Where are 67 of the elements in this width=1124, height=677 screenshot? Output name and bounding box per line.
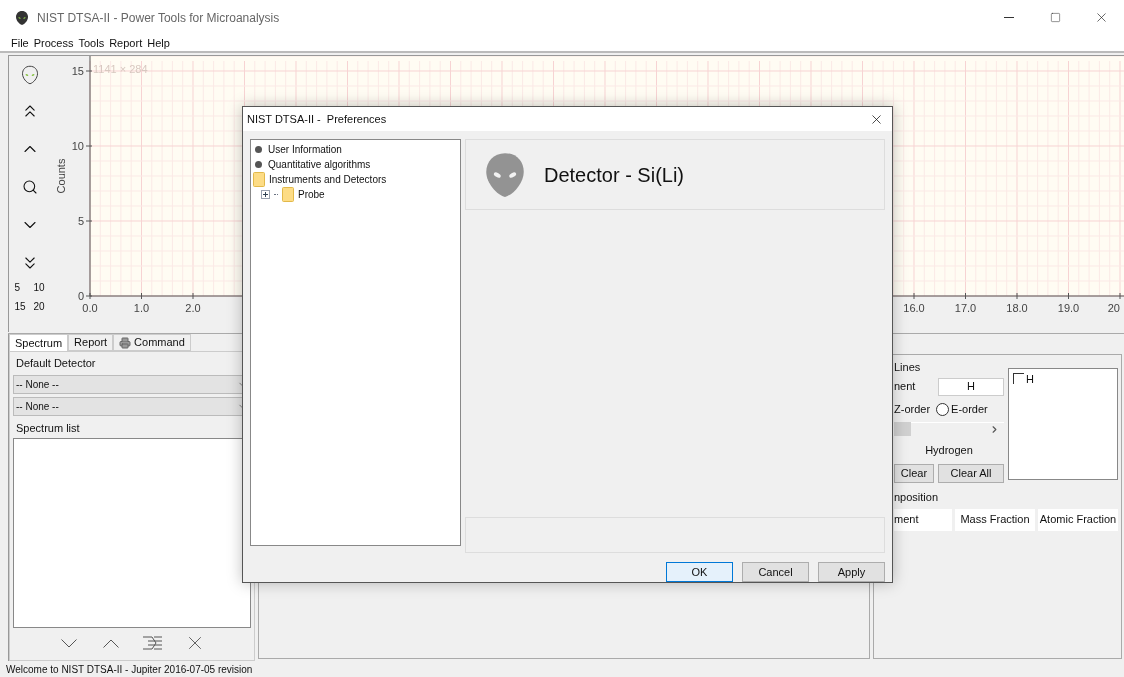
clear-button[interactable]: Clear [894,464,934,483]
group-title: Lines [894,360,922,375]
tab[interactable]: Report [68,334,114,351]
chevron-up-icon [103,638,119,648]
radio-label: Z-order [894,402,931,418]
menu-item[interactable]: Process [33,34,74,52]
tree-item[interactable]: Quantitative algorithms [268,157,371,172]
dialog-title: NIST DTSA-II - Preferences [247,111,387,127]
list-icon [142,636,164,650]
tree-item[interactable]: User Information [268,142,342,157]
printer-icon [119,336,132,349]
tick-label: 16.0 [903,302,925,314]
tick-label: 15 [71,65,84,77]
search-icon [21,179,38,195]
field-label: nent [894,379,916,395]
menu-item[interactable]: Report [109,34,143,52]
clear-button[interactable]: Clear All [938,464,1004,483]
tab[interactable]: Spectrum [9,334,69,351]
column-header[interactable]: Atomic Fraction [1038,508,1118,531]
tick-label: 2.0 [185,302,201,314]
minimize-icon [1004,17,1014,18]
menu-item[interactable]: File [11,34,29,52]
spectrum-list[interactable] [13,438,251,628]
tick-label: 10 [71,140,84,152]
scale-button[interactable]: 5 [14,280,26,295]
dialog-button[interactable]: OK [666,562,733,582]
dialog-button[interactable]: Apply [818,562,885,582]
axis-title: Counts [55,158,67,194]
element-name: Hydrogen [924,442,974,458]
tick-label: 1.0 [133,302,150,314]
scale-button[interactable]: 20 [33,299,45,314]
bullet-icon [255,161,262,168]
menu-item[interactable]: Help [147,34,170,52]
radio-option[interactable]: E-order [936,401,988,418]
tick-label: 20 [1107,302,1120,314]
folder-icon [282,187,294,202]
tab[interactable]: Command [113,334,191,351]
scale-button[interactable]: 15 [14,299,26,314]
tree-item[interactable]: Probe [298,187,325,202]
column-header[interactable]: Mass Fraction [955,508,1035,531]
window-title: NIST DTSA-II - Power Tools for Microanalysis [37,9,280,27]
group-title: nposition [894,490,940,505]
panel-heading: Detector - Si(Li) [544,162,685,188]
bullet-icon [255,146,262,153]
scale-button[interactable]: 10 [33,280,45,295]
maximize-icon [1049,12,1061,23]
tree-item[interactable]: Instruments and Detectors [269,172,387,187]
menu-item[interactable]: Tools [78,34,105,52]
dialog-button[interactable]: Cancel [742,562,809,582]
tick-label: 17.0 [954,302,977,314]
slider-thumb[interactable] [894,422,911,436]
group-title: Default Detector [16,356,97,371]
element-checkbox[interactable]: H [1013,370,1115,387]
expander-icon[interactable] [261,190,270,199]
element-slider[interactable] [894,421,1004,436]
column-header[interactable]: ment [894,508,952,531]
tick-label: 18.0 [1006,302,1028,314]
tick-label: 5 [77,215,84,227]
chevron-down-icon [61,638,77,648]
element-field[interactable]: H [938,377,1004,396]
tick-label: 0.0 [82,302,98,314]
tick-label: 19.0 [1057,302,1080,314]
group-title: Spectrum list [16,420,81,436]
tick-label: 0 [77,290,84,302]
status-text: Welcome to NIST DTSA-II - Jupiter 2016-07-05 revision [6,662,253,677]
folder-icon [253,172,265,187]
app-logo-icon [14,9,30,26]
